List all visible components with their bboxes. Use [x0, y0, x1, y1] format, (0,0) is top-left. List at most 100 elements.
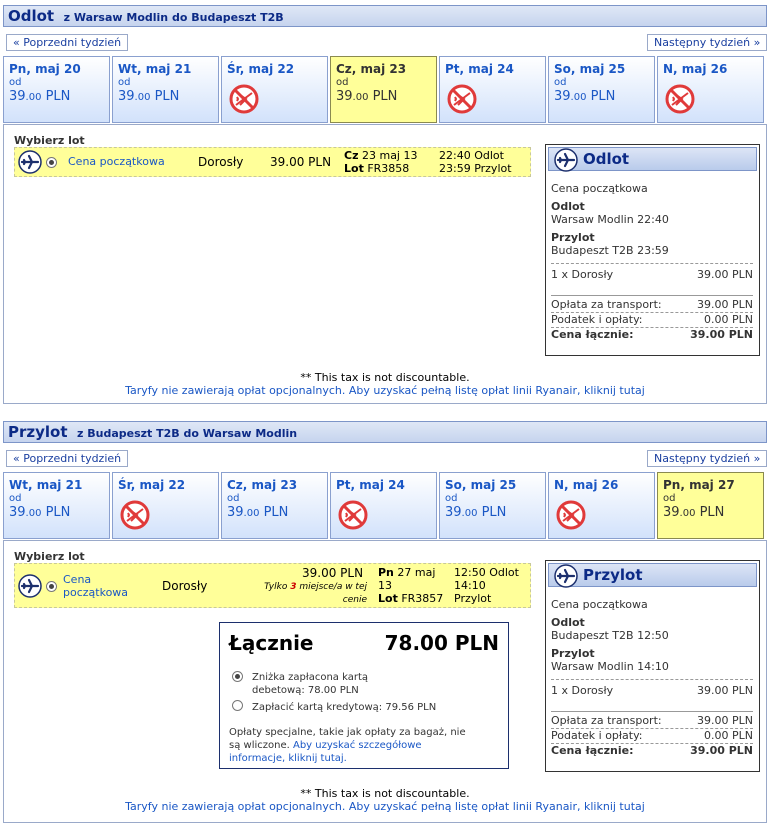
outbound-choose-label: Wybierz lot: [14, 134, 85, 147]
outbound-day-tab-6[interactable]: N, maj 26: [657, 56, 764, 123]
total-label: Łącznie: [229, 631, 314, 655]
inbound-prev-week-button[interactable]: « Poprzedni tydzień: [6, 450, 129, 467]
inbound-fare-radio[interactable]: [46, 581, 57, 592]
inbound-summary-dep-value: Budapeszt T2B 12:50: [551, 629, 669, 642]
day-price: 39.00 PLN: [663, 505, 725, 520]
inbound-fare-name-1: Cena: [63, 573, 92, 586]
outbound-flight-label: Lot: [344, 162, 364, 175]
day-name: So, maj 25: [445, 478, 517, 492]
day-from-label: od: [336, 77, 349, 88]
inbound-seats-note: Tylko 3 miejsce/a w tej: [264, 582, 367, 592]
extra-fees-text-1: Opłaty specjalne, takie jak opłaty za ba…: [229, 727, 466, 738]
inbound-date: 27 maj: [397, 566, 436, 579]
credit-card-label: Zapłacić kartą kredytową: 79.56 PLN: [252, 702, 437, 713]
inbound-day-tab-5[interactable]: N, maj 26: [548, 472, 655, 539]
outbound-summary-arr-value: Budapeszt T2B 23:59: [551, 244, 669, 257]
inbound-next-week-button[interactable]: Następny tydzień »: [647, 450, 768, 467]
day-name: N, maj 26: [663, 62, 728, 76]
inbound-day-tab-4[interactable]: So, maj 25 od 39.00 PLN: [439, 472, 546, 539]
outbound-arr-time: 23:59 Przylot: [439, 162, 512, 175]
total-box: Łącznie 78.00 PLN Zniżka zapłacona kartą…: [219, 622, 509, 769]
inbound-choose-label: Wybierz lot: [14, 550, 85, 563]
outbound-fare-name: Cena początkowa: [68, 155, 165, 168]
inbound-summary-total-row: Cena łącznie: 39.00 PLN: [551, 744, 753, 757]
inbound-summary: Przylot Cena początkowa Odlot Budapeszt …: [545, 560, 760, 772]
plane-icon: [554, 564, 578, 588]
plane-icon: [18, 574, 42, 598]
day-price: 39.00 PLN: [9, 89, 71, 104]
outbound-next-week-button[interactable]: Następny tydzień »: [647, 34, 768, 51]
outbound-day-tab-1[interactable]: Wt, maj 21 od 39.00 PLN: [112, 56, 219, 123]
inbound-date-year: 13: [378, 579, 392, 592]
day-price: 39.00 PLN: [445, 505, 507, 520]
outbound-summary-dep-label: Odlot: [551, 200, 585, 213]
inbound-summary-arr-value: Warsaw Modlin 14:10: [551, 660, 669, 673]
inbound-day-tab-3[interactable]: Pt, maj 24: [330, 472, 437, 539]
day-name: So, maj 25: [554, 62, 626, 76]
day-name: Wt, maj 21: [118, 62, 192, 76]
outbound-fare-radio[interactable]: [46, 157, 57, 168]
inbound-day-tab-1[interactable]: Śr, maj 22: [112, 472, 219, 539]
outbound-summary-transport-row: Opłata za transport: 39.00 PLN: [551, 298, 753, 311]
day-name: Śr, maj 22: [227, 62, 295, 76]
inbound-summary-tax-row: Podatek i opłaty: 0.00 PLN: [551, 729, 753, 742]
outbound-summary-tax-row: Podatek i opłaty: 0.00 PLN: [551, 313, 753, 326]
outbound-header: Odlot z Warsaw Modlin do Budapeszt T2B: [3, 5, 767, 27]
inbound-summary-dep-label: Odlot: [551, 616, 585, 629]
inbound-day-tab-6[interactable]: Pn, maj 27 od 39.00 PLN: [657, 472, 764, 539]
day-name: N, maj 26: [554, 478, 619, 492]
inbound-summary-arr-label: Przylot: [551, 647, 595, 660]
outbound-summary-fare: Cena początkowa: [551, 182, 648, 195]
day-from-label: od: [554, 77, 567, 88]
day-name: Cz, maj 23: [227, 478, 298, 492]
day-price: 39.00 PLN: [554, 89, 616, 104]
day-name: Śr, maj 22: [118, 478, 186, 492]
inbound-flight-number: FR3857: [401, 592, 444, 605]
outbound-passenger: Dorosły: [198, 155, 244, 169]
extra-fees-link[interactable]: Aby uzyskać szczegółowe: [293, 740, 422, 751]
inbound-summary-title: Przylot: [583, 566, 643, 584]
inbound-summary-fare: Cena początkowa: [551, 598, 648, 611]
extra-fees-link-2[interactable]: informacje, kliknij tutaj.: [229, 753, 347, 764]
inbound-arr-time: 14:10: [454, 579, 486, 592]
no-flight-icon: [229, 84, 259, 114]
inbound-summary-transport-row: Opłata za transport: 39.00 PLN: [551, 714, 753, 727]
inbound-summary-pax-row: 1 x Dorosły 39.00 PLN: [551, 684, 753, 697]
day-from-label: od: [9, 493, 22, 504]
inbound-summary-header: Przylot: [548, 563, 757, 588]
outbound-flight-row[interactable]: Cena początkowa Dorosły 39.00 PLN Cz 23 …: [14, 147, 531, 177]
credit-card-radio[interactable]: [232, 700, 243, 711]
inbound-seats-note-2: cenie: [342, 595, 367, 605]
day-from-label: od: [9, 77, 22, 88]
debit-card-label-1: Zniżka zapłacona kartą: [252, 672, 368, 683]
outbound-prev-week-button[interactable]: « Poprzedni tydzień: [6, 34, 129, 51]
day-price: 39.00 PLN: [9, 505, 71, 520]
day-price: 39.00 PLN: [336, 89, 398, 104]
outbound-price: 39.00 PLN: [270, 155, 332, 169]
outbound-date-day: Cz: [344, 149, 359, 162]
inbound-day-tab-0[interactable]: Wt, maj 21 od 39.00 PLN: [3, 472, 110, 539]
inbound-flight-row[interactable]: Cena początkowa Dorosły 39.00 PLN Tylko …: [14, 563, 531, 608]
inbound-day-tab-2[interactable]: Cz, maj 23 od 39.00 PLN: [221, 472, 328, 539]
outbound-flight-number: FR3858: [367, 162, 410, 175]
debit-card-radio[interactable]: [232, 671, 243, 682]
outbound-day-tab-4[interactable]: Pt, maj 24: [439, 56, 546, 123]
outbound-day-tab-5[interactable]: So, maj 25 od 39.00 PLN: [548, 56, 655, 123]
plane-icon: [18, 150, 42, 174]
day-price: 39.00 PLN: [227, 505, 289, 520]
outbound-day-tab-3[interactable]: Cz, maj 23 od 39.00 PLN: [330, 56, 437, 123]
outbound-day-tab-0[interactable]: Pn, maj 20 od 39.00 PLN: [3, 56, 110, 123]
no-flight-icon: [556, 500, 586, 530]
outbound-dep-time: 22:40 Odlot: [439, 149, 504, 162]
day-from-label: od: [118, 77, 131, 88]
inbound-arr-label: Przylot: [454, 592, 492, 605]
inbound-passenger: Dorosły: [162, 579, 208, 593]
inbound-fees-link[interactable]: Taryfy nie zawierają opłat opcjonalnych.…: [0, 800, 770, 813]
inbound-header: Przylot z Budapeszt T2B do Warsaw Modlin: [3, 421, 767, 443]
outbound-day-tab-2[interactable]: Śr, maj 22: [221, 56, 328, 123]
extra-fees-text-2: są wliczone. Aby uzyskać szczegółowe: [229, 740, 422, 751]
outbound-fees-link[interactable]: Taryfy nie zawierają opłat opcjonalnych.…: [0, 384, 770, 397]
inbound-tax-note: ** This tax is not discountable.: [300, 787, 470, 800]
outbound-summary-title: Odlot: [583, 150, 630, 168]
total-value: 78.00 PLN: [384, 631, 499, 655]
